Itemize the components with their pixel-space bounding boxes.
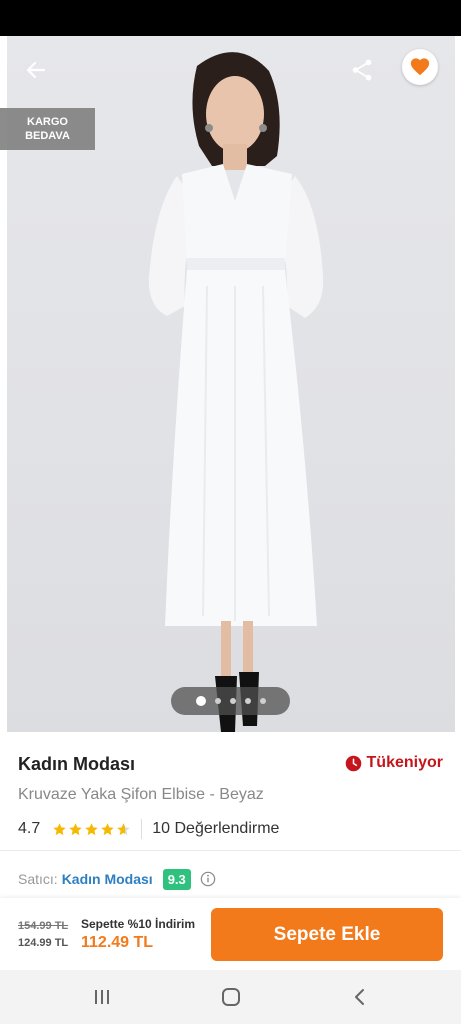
product-gallery[interactable]: KARGO BEDAVA <box>0 36 461 734</box>
pager-dot[interactable] <box>229 698 236 704</box>
recents-button[interactable] <box>87 982 117 1012</box>
recents-icon <box>95 990 109 1004</box>
clock-icon <box>345 755 361 771</box>
home-icon <box>222 988 240 1006</box>
stock-status-text: Tükeniyor <box>366 754 443 771</box>
rating-value: 4.7 <box>18 820 41 837</box>
info-icon[interactable] <box>200 871 216 887</box>
back-arrow-icon <box>26 61 46 79</box>
system-nav-bar <box>0 970 461 1024</box>
half-star-icon <box>117 822 130 835</box>
add-to-cart-button[interactable]: Sepete Ekle <box>211 908 443 961</box>
seller-row: Satıcı: Kadın Modası 9.3 <box>18 868 216 890</box>
purchase-bar: 154.99 TL 124.99 TL Sepette %10 İndirim … <box>0 898 461 970</box>
review-count[interactable]: 10 Değerlendirme <box>152 820 279 838</box>
stock-status: Tükeniyor <box>345 754 443 772</box>
cargo-badge-line2: BEDAVA <box>25 130 70 142</box>
price: 124.99 TL <box>18 937 69 949</box>
seller-label: Satıcı: <box>18 871 58 887</box>
rating-divider <box>141 819 143 839</box>
heart-icon <box>410 58 430 76</box>
cart-discount-text: Sepette %10 İndirim <box>81 917 196 931</box>
pager-dot[interactable] <box>195 696 206 706</box>
product-name: Kruvaze Yaka Şifon Elbise - Beyaz <box>18 786 264 803</box>
pager-dot[interactable] <box>244 698 251 704</box>
share-icon <box>352 59 372 81</box>
rating-stars <box>52 822 131 837</box>
pager-dot[interactable] <box>214 698 221 704</box>
rating-row[interactable]: 4.7 10 Değerlendirme <box>18 818 279 840</box>
brand-name[interactable]: Kadın Modası <box>18 754 135 775</box>
seller-score-badge: 9.3 <box>162 868 191 890</box>
back-button[interactable] <box>18 52 54 88</box>
status-bar <box>0 0 461 36</box>
star-icon <box>101 822 114 835</box>
star-icon <box>85 822 98 835</box>
cargo-badge-line1: KARGO <box>27 116 68 128</box>
share-button[interactable] <box>344 52 380 88</box>
free-shipping-badge: KARGO BEDAVA <box>0 108 95 150</box>
star-icon <box>53 822 66 835</box>
seller-name-link[interactable]: Kadın Modası <box>62 871 153 887</box>
divider <box>0 850 461 851</box>
final-price: 112.49 TL <box>81 934 154 951</box>
pager-dot[interactable] <box>259 698 266 704</box>
home-button[interactable] <box>216 982 246 1012</box>
image-pager[interactable] <box>171 687 290 715</box>
nav-back-button[interactable] <box>345 982 375 1012</box>
old-price: 154.99 TL <box>18 920 69 932</box>
star-icon <box>69 822 82 835</box>
favorite-button[interactable] <box>402 49 438 85</box>
nav-back-icon <box>355 989 364 1005</box>
